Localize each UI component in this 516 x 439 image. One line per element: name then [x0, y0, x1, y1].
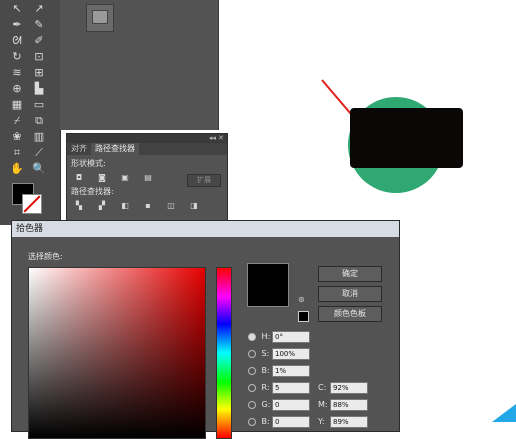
radio-b[interactable]: [248, 366, 256, 375]
dialog-title: 拾色器: [12, 221, 399, 237]
field-input-s[interactable]: 100%: [272, 348, 310, 360]
color-preview: [247, 263, 289, 307]
tab-pathfinder[interactable]: 路径查找器: [91, 143, 139, 155]
field-label: H:: [261, 332, 271, 341]
field-label: S:: [261, 349, 270, 358]
divide-icon[interactable]: ▚: [73, 201, 85, 211]
field-input-c[interactable]: 92%: [330, 382, 368, 394]
trim-icon[interactable]: ▞: [96, 201, 108, 211]
black-rectangle-shape[interactable]: [350, 108, 463, 168]
panel-collapse-bar[interactable]: ◂◂ ✕: [67, 134, 227, 143]
field-input-y[interactable]: 89%: [330, 416, 368, 428]
field-label: C:: [318, 383, 327, 392]
unite-icon[interactable]: ◘: [73, 173, 85, 183]
panel-thumbnail-inner: [92, 10, 108, 24]
stroke-color-swatch[interactable]: [22, 194, 42, 214]
radio-h[interactable]: [248, 332, 256, 341]
pathfinders-row: ▚ ▞ ◧ ▪ ◫ ◨: [73, 201, 227, 211]
expand-button[interactable]: 扩展: [187, 174, 221, 187]
color-picker-dialog: 拾色器 选择颜色: 确定 取消 颜色色板 ⊛ H: 0° S: 100% B: …: [11, 220, 400, 439]
radio-s[interactable]: [248, 349, 256, 358]
field-input-h[interactable]: 0°: [272, 331, 310, 343]
field-input-b[interactable]: 1%: [272, 365, 310, 377]
crop-icon[interactable]: ▪: [142, 201, 154, 211]
field-label: R:: [261, 383, 270, 392]
hue-slider[interactable]: [216, 267, 232, 439]
field-row-s: S: 100%: [248, 348, 388, 360]
radio-r[interactable]: [248, 383, 256, 392]
ok-button[interactable]: 确定: [318, 266, 382, 282]
minus-back-icon[interactable]: ◨: [188, 201, 200, 211]
field-input-r[interactable]: 5: [272, 382, 310, 394]
gamut-warning-icon[interactable]: ⊛: [298, 295, 305, 304]
field-input-blue[interactable]: 0: [272, 416, 310, 428]
field-row-blue: B: 0 Y: 89%: [248, 416, 388, 428]
field-row-b: B: 1%: [248, 365, 388, 377]
field-label: Y:: [318, 417, 325, 426]
merge-icon[interactable]: ◧: [119, 201, 131, 211]
radio-g[interactable]: [248, 400, 256, 409]
minus-front-icon[interactable]: ◙: [96, 173, 108, 183]
color-swatches-button[interactable]: 颜色色板: [318, 306, 382, 322]
intersect-icon[interactable]: ▣: [119, 173, 131, 183]
field-label: B:: [261, 366, 270, 375]
corner-decoration: [492, 404, 516, 422]
tab-align[interactable]: 对齐: [67, 143, 91, 155]
pathfinders-label: 路径查找器:: [71, 187, 114, 196]
shape-modes-label: 形状模式:: [71, 159, 106, 168]
field-input-m[interactable]: 88%: [330, 399, 368, 411]
field-row-r: R: 5 C: 92%: [248, 382, 388, 394]
outline-icon[interactable]: ◫: [165, 201, 177, 211]
field-input-g[interactable]: 0: [272, 399, 310, 411]
exclude-icon[interactable]: ▤: [142, 173, 154, 183]
color-field[interactable]: [28, 267, 206, 439]
hand-tool-icon[interactable]: ✋: [8, 160, 26, 178]
field-row-g: G: 0 M: 88%: [248, 399, 388, 411]
panel-tabs: 对齐 路径查找器: [67, 143, 227, 155]
websafe-color-square[interactable]: [298, 311, 309, 322]
docked-panel-area: [60, 0, 219, 130]
zoom-tool-icon[interactable]: 🔍: [30, 160, 48, 178]
field-row-h: H: 0°: [248, 331, 388, 343]
pathfinder-panel: ◂◂ ✕ 对齐 路径查找器 形状模式: ◘ ◙ ▣ ▤ 扩展 路径查找器: ▚ …: [66, 133, 228, 227]
cancel-button[interactable]: 取消: [318, 286, 382, 302]
field-label: G:: [261, 400, 271, 409]
tools-panel: ↖ ↗ ✒ ✎ ᘛ ✐ ↻ ⊡ ≋ ⊞ ⊕ ▙ ▦ ▭ ⌿ ⧉ ❀ ▥ ⌗ ⟋ …: [0, 0, 61, 225]
field-label: M:: [318, 400, 328, 409]
select-color-label: 选择颜色:: [28, 252, 63, 261]
